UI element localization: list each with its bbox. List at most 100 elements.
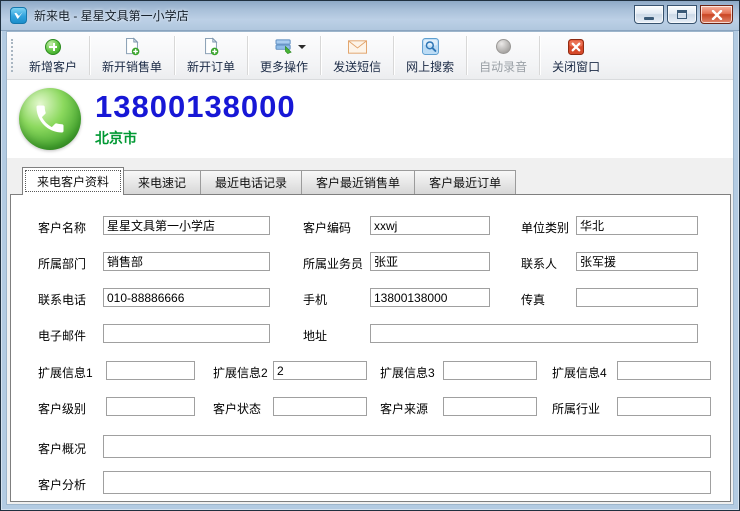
customer-code-field[interactable] [370, 216, 490, 235]
chevron-down-icon [298, 45, 306, 53]
address-field[interactable] [370, 324, 698, 343]
customer-overview-field[interactable] [103, 435, 711, 458]
ext-info-1-field[interactable] [106, 361, 195, 380]
minimize-icon [644, 17, 654, 20]
auto-record-button[interactable]: 自动录音 [469, 34, 537, 77]
customer-status-field[interactable] [273, 397, 367, 416]
toolbar-separator [393, 36, 394, 75]
field-label: 客户编码 [303, 219, 351, 236]
ext-info-2-field[interactable] [273, 361, 367, 380]
toolbar-label: 发送短信 [333, 58, 381, 75]
close-window-icon [568, 37, 584, 56]
field-label: 客户状态 [213, 400, 261, 417]
new-order-button[interactable]: 新开订单 [177, 34, 245, 77]
form-row: 客户分析 [11, 471, 730, 491]
toolbar: 新增客户 新开销售单 新开订单 [7, 32, 733, 80]
close-window-button[interactable]: 关闭窗口 [542, 34, 610, 77]
field-label: 扩展信息1 [38, 364, 93, 381]
customer-level-field[interactable] [106, 397, 195, 416]
tab-call-notes[interactable]: 来电速记 [123, 170, 201, 194]
customer-source-field[interactable] [443, 397, 537, 416]
fax-field[interactable] [576, 288, 698, 307]
new-order-doc-icon [202, 37, 220, 56]
field-label: 扩展信息3 [380, 364, 435, 381]
titlebar: 新来电 - 星星文具第一小学店 [1, 1, 739, 31]
tab-customer-recent-orders[interactable]: 客户最近订单 [414, 170, 516, 194]
field-label: 客户名称 [38, 219, 86, 236]
field-label: 联系电话 [38, 291, 86, 308]
toolbar-label: 更多操作 [260, 58, 308, 75]
close-icon [711, 10, 723, 20]
contact-phone-field[interactable] [103, 288, 270, 307]
email-field[interactable] [103, 324, 270, 343]
tab-customer-recent-sales-orders[interactable]: 客户最近销售单 [301, 170, 415, 194]
web-search-icon [422, 37, 439, 56]
web-search-button[interactable]: 网上搜索 [396, 34, 464, 77]
minimize-button[interactable] [634, 5, 664, 24]
toolbar-label: 网上搜索 [406, 58, 454, 75]
field-label: 扩展信息2 [213, 364, 268, 381]
toolbar-label: 自动录音 [479, 58, 527, 75]
toolbar-grip-handle[interactable] [11, 39, 16, 72]
salesperson-field[interactable] [370, 252, 490, 271]
caption-buttons [634, 5, 733, 24]
unit-category-field[interactable] [576, 216, 698, 235]
field-label: 客户分析 [38, 476, 86, 493]
caller-location: 北京市 [95, 128, 296, 148]
incoming-call-window: 新来电 - 星星文具第一小学店 新增客户 新开销 [0, 0, 740, 511]
field-label: 扩展信息4 [552, 364, 607, 381]
new-sales-doc-icon [123, 37, 141, 56]
maximize-button[interactable] [667, 5, 697, 24]
field-label: 手机 [303, 291, 327, 308]
form-row: 客户级别 客户状态 客户来源 所属行业 [11, 397, 730, 417]
form-row: 所属部门 所属业务员 联系人 [11, 252, 730, 272]
field-label: 传真 [521, 291, 545, 308]
department-field[interactable] [103, 252, 270, 271]
field-label: 客户概况 [38, 440, 86, 457]
ext-info-3-field[interactable] [443, 361, 537, 380]
customer-analysis-field[interactable] [103, 471, 711, 494]
tab-recent-call-records[interactable]: 最近电话记录 [200, 170, 302, 194]
add-customer-icon [45, 37, 61, 56]
toolbar-separator [466, 36, 467, 75]
toolbar-label: 新开销售单 [102, 58, 162, 75]
form-row: 客户名称 客户编码 单位类别 [11, 216, 730, 236]
form-row: 客户概况 [11, 435, 730, 455]
new-sales-order-button[interactable]: 新开销售单 [92, 34, 172, 77]
phone-icon [19, 88, 81, 150]
mobile-field[interactable] [370, 288, 490, 307]
app-icon [10, 7, 27, 24]
toolbar-separator [320, 36, 321, 75]
field-label: 电子邮件 [38, 327, 86, 344]
toolbar-label: 关闭窗口 [552, 58, 600, 75]
add-customer-button[interactable]: 新增客户 [19, 34, 87, 77]
field-label: 客户级别 [38, 400, 86, 417]
tab-caller-customer-info[interactable]: 来电客户资料 [22, 167, 124, 195]
field-label: 所属业务员 [303, 255, 363, 272]
contact-person-field[interactable] [576, 252, 698, 271]
customer-name-field[interactable] [103, 216, 270, 235]
ext-info-4-field[interactable] [617, 361, 711, 380]
caller-phone-number: 13800138000 [95, 90, 296, 124]
toolbar-separator [247, 36, 248, 75]
toolbar-separator [89, 36, 90, 75]
caller-banner: 13800138000 北京市 [7, 80, 733, 158]
close-button[interactable] [700, 5, 733, 24]
form-row: 联系电话 手机 传真 [11, 288, 730, 308]
tabstrip: 来电客户资料 来电速记 最近电话记录 客户最近销售单 客户最近订单 [7, 158, 733, 194]
field-label: 地址 [303, 327, 327, 344]
toolbar-label: 新开订单 [187, 58, 235, 75]
send-sms-envelope-icon [348, 37, 367, 56]
maximize-icon [677, 10, 687, 19]
send-sms-button[interactable]: 发送短信 [323, 34, 391, 77]
more-actions-button[interactable]: 更多操作 [250, 34, 318, 77]
caller-customer-info-panel: 客户名称 客户编码 单位类别 所属部门 所属业务员 联系人 联系电话 手机 [10, 194, 731, 502]
field-label: 客户来源 [380, 400, 428, 417]
form-row: 电子邮件 地址 [11, 324, 730, 344]
industry-field[interactable] [617, 397, 711, 416]
window-title: 新来电 - 星星文具第一小学店 [34, 7, 634, 24]
more-actions-icon [275, 37, 294, 56]
caller-info: 13800138000 北京市 [95, 90, 296, 148]
form-row: 扩展信息1 扩展信息2 扩展信息3 扩展信息4 [11, 361, 730, 381]
field-label: 所属行业 [552, 400, 600, 417]
